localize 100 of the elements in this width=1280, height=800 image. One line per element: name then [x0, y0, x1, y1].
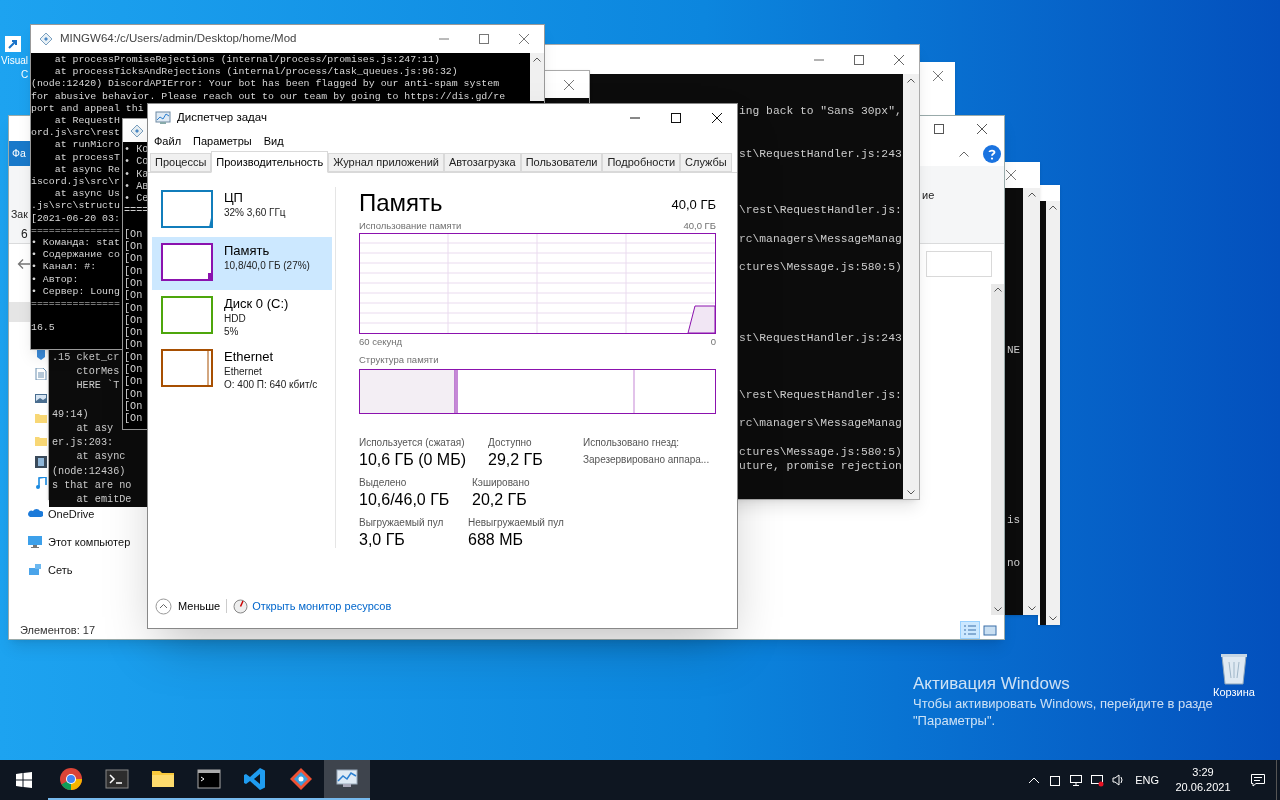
terminal-line: =============== [31, 224, 120, 238]
scroll-up-icon[interactable] [907, 78, 915, 83]
clock[interactable]: 3:29 20.06.2021 [1166, 760, 1240, 800]
terminal-line: [On [124, 364, 143, 376]
icon-label: Корзина [1213, 686, 1255, 699]
scroll-up-icon[interactable] [993, 287, 1002, 292]
terminal-line: HERE `T [75, 379, 120, 394]
axis-label: 0 [710, 336, 716, 348]
tab[interactable]: Пользователи [520, 153, 603, 172]
tiles-view-icon [983, 624, 997, 636]
terminal-prompt: 16.5 [31, 322, 55, 335]
activation-text: "Параметры". [913, 712, 997, 729]
nav-item[interactable]: Этот компьютер [27, 534, 131, 551]
menu-item[interactable]: Параметры [193, 133, 252, 150]
terminal-line: [On [124, 339, 143, 352]
resource-item[interactable]: Диск 0 (C:) HDD 5% [152, 290, 332, 343]
help-icon[interactable] [983, 144, 1001, 163]
close-icon [519, 34, 529, 44]
resource-item[interactable]: Ethernet Ethernet О: 400 П: 640 кбит/с [152, 343, 332, 396]
ribbon-tab[interactable]: Фа [9, 141, 30, 166]
close-icon [976, 123, 987, 134]
terminal-line: s that are no [52, 478, 132, 493]
stat-label: Использовано гнезд: [583, 436, 681, 450]
resource-item[interactable]: ЦП 32% 3,60 ГГц [152, 184, 332, 237]
maximize-icon [670, 113, 681, 123]
scrollbar[interactable] [1023, 188, 1040, 615]
terminal-line: ord.js\src\rest [31, 127, 120, 140]
menu-item[interactable]: Файл [154, 133, 182, 150]
network-icon [1089, 773, 1104, 787]
clock-date: 20.06.2021 [1175, 780, 1231, 795]
back-icon[interactable] [17, 258, 31, 270]
ribbon-text: ие [922, 188, 935, 203]
axis-label: 60 секунд [359, 336, 403, 348]
language-indicator[interactable]: ENG [1128, 760, 1166, 800]
film-icon[interactable] [35, 456, 47, 468]
stat-label: Невыгружаемый пул [468, 516, 564, 530]
scrollbar[interactable] [1046, 201, 1060, 625]
search-field[interactable] [926, 251, 992, 277]
graph-thumbnail [161, 349, 213, 387]
terminal-line: • Сервер: Loung [31, 285, 120, 299]
tab[interactable]: Автозагрузка [443, 153, 521, 172]
tab[interactable]: Производительность [211, 151, 329, 173]
terminal-line: • Автор: [31, 273, 79, 286]
terminal-line: [On [124, 290, 143, 303]
shortcut-icon[interactable] [3, 34, 23, 54]
taskbar-app[interactable] [324, 760, 370, 800]
close-icon [1006, 170, 1016, 180]
collapse-icon [155, 597, 172, 615]
tab[interactable]: Процессы [150, 153, 212, 172]
scrollbar[interactable] [991, 284, 1004, 615]
monitor-icon [1068, 773, 1083, 787]
window-icon [1047, 773, 1062, 787]
volume-icon [1110, 773, 1125, 787]
ribbon-text: 6 [21, 226, 28, 243]
terminal-line: uture, promise rejection [739, 459, 902, 473]
terminal-line: [On [124, 400, 143, 413]
scrollbar[interactable] [530, 53, 544, 101]
scroll-down-icon[interactable] [1049, 616, 1057, 621]
resource-monitor-link[interactable]: Открыть монитор ресурсов [252, 597, 392, 615]
close-icon [894, 54, 904, 65]
nav-item[interactable]: OneDrive [27, 506, 95, 523]
computer-icon [27, 534, 43, 551]
scroll-up-icon[interactable] [533, 57, 541, 62]
close-icon [711, 113, 722, 123]
graph-thumbnail [161, 190, 213, 228]
terminal-line: rc\managers\MessageManag [739, 416, 902, 430]
clock-time: 3:29 [1192, 765, 1214, 780]
chrome-icon [59, 767, 83, 791]
terminal-line: at async [75, 450, 126, 465]
scrollbar[interactable] [903, 74, 919, 499]
image-icon[interactable] [35, 392, 47, 404]
tab[interactable]: Подробности [602, 153, 681, 172]
maximize-icon [934, 123, 944, 134]
tab[interactable]: Журнал приложений [328, 153, 444, 172]
terminal-line: • Содержание co [31, 249, 120, 262]
terminal-line: at processPromiseRejections (internal/process/promises.js:247:11) [53, 54, 440, 67]
scroll-up-icon[interactable] [1027, 192, 1036, 197]
tab[interactable]: Службы [680, 153, 732, 172]
terminal-line: \rest\RequestHandler.js: [739, 203, 902, 217]
terminal-line: at runMicro [53, 139, 120, 152]
collapse-icon[interactable] [959, 150, 969, 157]
scroll-down-icon[interactable] [993, 607, 1002, 612]
scroll-up-icon[interactable] [1049, 205, 1057, 210]
terminal-line: ctures\Message.js:580:5) [739, 260, 902, 274]
resource-item[interactable]: Память 10,8/40,0 ГБ (27%) [152, 237, 332, 290]
music-icon[interactable] [35, 477, 47, 489]
terminal-icon [105, 767, 129, 791]
activation-title: Активация Windows [913, 673, 1071, 695]
nav-item[interactable]: Сеть [27, 562, 73, 579]
scroll-down-icon[interactable] [907, 490, 915, 495]
terminal-line: at asy [75, 422, 114, 436]
selected-row [9, 302, 31, 322]
fewer-details-button[interactable]: Меньше [155, 597, 221, 615]
menu-item[interactable]: Вид [263, 133, 284, 150]
stat-value: Зарезервировано аппара... [583, 453, 710, 467]
scroll-down-icon[interactable] [1027, 606, 1036, 611]
terminal-line: at async Re [53, 163, 120, 177]
terminal-line: [On [124, 277, 143, 290]
terminal-line: [On [124, 376, 143, 389]
terminal-line: • Ка [124, 168, 149, 181]
